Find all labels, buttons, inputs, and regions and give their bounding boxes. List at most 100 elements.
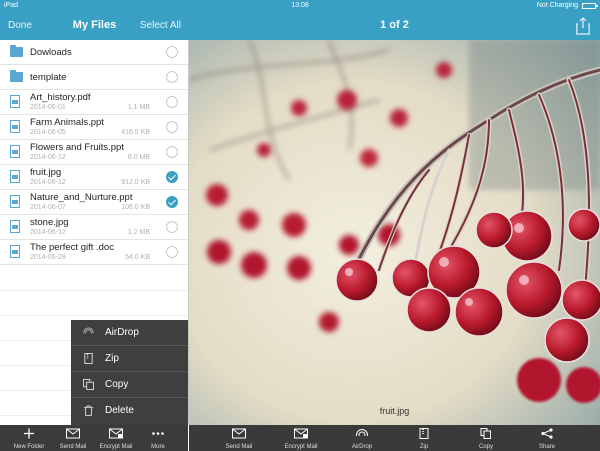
copy-icon bbox=[480, 428, 491, 439]
more-actions-menu: AirDrop Zip Copy Delete bbox=[71, 320, 188, 425]
copy-icon bbox=[83, 379, 94, 390]
toolbar-label: More bbox=[151, 444, 165, 450]
item-size: 1.2 MB bbox=[127, 229, 150, 236]
list-divider bbox=[0, 290, 188, 291]
pdf-file-icon bbox=[10, 95, 20, 108]
select-checkbox[interactable] bbox=[166, 46, 178, 58]
item-name: Nature_and_Nurture.ppt bbox=[30, 192, 133, 203]
item-name: Dowloads bbox=[30, 47, 72, 58]
list-item[interactable]: stone.jpg 2014-06-12 1.2 MB bbox=[0, 215, 188, 240]
menu-item-copy[interactable]: Copy bbox=[71, 372, 188, 398]
select-checkbox[interactable] bbox=[166, 96, 178, 108]
list-item[interactable]: Nature_and_Nurture.ppt 2014-06-07 106.0 … bbox=[0, 190, 188, 215]
select-checkbox[interactable] bbox=[166, 121, 178, 133]
select-checkbox[interactable] bbox=[166, 146, 178, 158]
image-file-icon bbox=[10, 170, 20, 183]
image-caption: fruit.jpg bbox=[379, 406, 410, 416]
image-file-icon bbox=[10, 220, 20, 233]
item-name: stone.jpg bbox=[30, 217, 69, 228]
encrypted-mail-icon bbox=[109, 428, 123, 439]
item-size: 54.0 KB bbox=[125, 254, 150, 261]
item-name: Flowers and Fruits.ppt bbox=[30, 142, 124, 153]
list-item[interactable]: Dowloads bbox=[0, 40, 188, 65]
item-name: template bbox=[30, 72, 67, 83]
menu-item-label: Delete bbox=[105, 405, 134, 416]
toolbar-label: Copy bbox=[478, 444, 493, 450]
item-name: The perfect gift .doc bbox=[30, 242, 114, 253]
ppt-file-icon bbox=[10, 120, 20, 133]
list-divider bbox=[0, 315, 188, 316]
encrypt-mail-button[interactable]: Encrypt Mail bbox=[276, 425, 326, 451]
item-date: 2014-06-01 bbox=[30, 104, 66, 111]
airdrop-icon bbox=[355, 429, 369, 439]
mail-icon bbox=[232, 428, 246, 439]
share-button[interactable]: Share bbox=[522, 425, 572, 451]
list-item[interactable]: The perfect gift .doc 2014-05-28 54.0 KB bbox=[0, 240, 188, 265]
airdrop-icon bbox=[83, 327, 94, 338]
select-checkbox[interactable] bbox=[166, 246, 178, 258]
file-list-toolbar: New Folder Send Mail Encrypt Mail More bbox=[0, 425, 188, 451]
copy-button[interactable]: Copy bbox=[461, 425, 511, 451]
preview-toolbar: Send Mail Encrypt Mail AirDrop Zip Copy bbox=[189, 425, 600, 451]
airdrop-button[interactable]: AirDrop bbox=[337, 425, 387, 451]
trash-icon bbox=[83, 405, 94, 416]
new-folder-button[interactable]: New Folder bbox=[4, 425, 54, 451]
share-icon bbox=[541, 428, 553, 439]
toolbar-label: Send Mail bbox=[225, 444, 253, 450]
ppt-file-icon bbox=[10, 145, 20, 158]
status-bar: iPad 13:08 Not Charging bbox=[0, 0, 600, 12]
item-name: Farm Animals.ppt bbox=[30, 117, 104, 128]
item-size: 1.1 MB bbox=[127, 104, 150, 111]
list-item[interactable]: template bbox=[0, 65, 188, 90]
folder-icon bbox=[10, 70, 23, 82]
ppt-file-icon bbox=[10, 195, 20, 208]
item-date: 2014-06-07 bbox=[30, 204, 66, 211]
item-date: 2014-06-05 bbox=[30, 129, 66, 136]
item-size: 416.5 KB bbox=[121, 129, 150, 136]
item-date: 2014-06-12 bbox=[30, 154, 66, 161]
send-mail-button[interactable]: Send Mail bbox=[214, 425, 264, 451]
menu-item-zip[interactable]: Zip bbox=[71, 346, 188, 372]
item-size: 6.0 MB bbox=[127, 154, 150, 161]
select-checkbox-checked[interactable] bbox=[166, 196, 178, 208]
more-dots-icon bbox=[152, 432, 164, 435]
folder-icon bbox=[10, 45, 23, 57]
toolbar-label: Zip bbox=[419, 444, 429, 450]
preview-nav-bar: 1 of 2 bbox=[189, 12, 600, 40]
zip-button[interactable]: Zip bbox=[399, 425, 449, 451]
page-counter: 1 of 2 bbox=[380, 19, 409, 31]
more-button[interactable]: More bbox=[133, 425, 183, 451]
share-icon[interactable] bbox=[576, 17, 590, 35]
mail-icon bbox=[66, 428, 80, 439]
battery-status: Not Charging bbox=[536, 2, 578, 9]
encrypted-mail-icon bbox=[294, 428, 308, 439]
file-list-nav-bar: Done My Files Select All bbox=[0, 12, 189, 40]
select-checkbox[interactable] bbox=[166, 71, 178, 83]
select-checkbox-checked[interactable] bbox=[166, 171, 178, 183]
item-size: 106.0 KB bbox=[121, 204, 150, 211]
plus-icon bbox=[24, 428, 34, 439]
list-item[interactable]: fruit.jpg 2014-06-12 912.0 KB bbox=[0, 165, 188, 190]
menu-item-airdrop[interactable]: AirDrop bbox=[71, 320, 188, 346]
list-item[interactable]: Art_history.pdf 2014-06-01 1.1 MB bbox=[0, 90, 188, 115]
item-name: Art_history.pdf bbox=[30, 92, 91, 103]
menu-item-delete[interactable]: Delete bbox=[71, 398, 188, 424]
item-date: 2014-05-28 bbox=[30, 254, 66, 261]
list-item[interactable]: Farm Animals.ppt 2014-06-05 416.5 KB bbox=[0, 115, 188, 140]
item-size: 912.0 KB bbox=[121, 179, 150, 186]
select-all-button[interactable]: Select All bbox=[140, 20, 181, 31]
battery-icon bbox=[582, 3, 598, 9]
toolbar-label: New Folder bbox=[13, 444, 45, 450]
toolbar-label: Share bbox=[538, 444, 555, 450]
select-checkbox[interactable] bbox=[166, 221, 178, 233]
item-name: fruit.jpg bbox=[30, 167, 62, 178]
list-item[interactable]: Flowers and Fruits.ppt 2014-06-12 6.0 MB bbox=[0, 140, 188, 165]
item-date: 2014-06-12 bbox=[30, 179, 66, 186]
menu-item-label: Zip bbox=[105, 353, 119, 364]
image-preview[interactable] bbox=[189, 40, 600, 425]
frosted-berries-photo bbox=[189, 40, 600, 425]
menu-item-label: Copy bbox=[105, 379, 129, 390]
zip-icon bbox=[84, 353, 93, 364]
toolbar-label: AirDrop bbox=[351, 444, 373, 450]
clock: 13:08 bbox=[291, 2, 309, 9]
